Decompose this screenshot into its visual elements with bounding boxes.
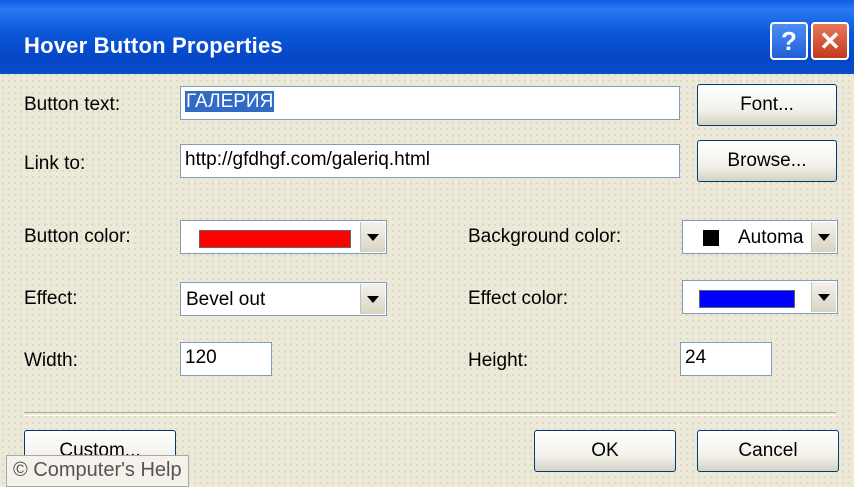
- cancel-button[interactable]: Cancel: [697, 430, 839, 472]
- effect-color-select[interactable]: [682, 280, 838, 314]
- width-input[interactable]: 120: [180, 342, 272, 376]
- button-text-label: Button text:: [24, 94, 121, 115]
- height-label: Height:: [468, 350, 529, 371]
- link-to-input[interactable]: http://gfdhgf.com/galeriq.html: [180, 144, 680, 178]
- dialog-title: Hover Button Properties: [24, 33, 283, 58]
- chevron-down-icon[interactable]: [811, 282, 836, 312]
- button-color-select[interactable]: [180, 220, 387, 254]
- effect-label: Effect:: [24, 288, 78, 309]
- link-to-value: http://gfdhgf.com/galeriq.html: [185, 149, 431, 170]
- button-text-value: ГАЛЕРИЯ: [185, 91, 275, 112]
- divider: [24, 412, 836, 416]
- background-color-swatch: [703, 230, 719, 246]
- button-color-label: Button color:: [24, 226, 131, 247]
- watermark: © Computer's Help: [6, 455, 189, 487]
- chevron-down-icon[interactable]: [360, 222, 385, 252]
- button-color-swatch: [199, 230, 351, 248]
- chevron-down-icon[interactable]: [360, 284, 385, 314]
- height-input[interactable]: 24: [680, 342, 772, 376]
- button-text-input[interactable]: ГАЛЕРИЯ: [180, 86, 680, 120]
- hover-button-properties-dialog: Hover Button Properties ? ✕ Button text:…: [0, 0, 854, 487]
- help-icon: ?: [781, 25, 797, 56]
- font-button[interactable]: Font...: [697, 84, 837, 126]
- effect-color-label: Effect color:: [468, 288, 568, 309]
- effect-select[interactable]: Bevel out: [180, 282, 387, 316]
- width-label: Width:: [24, 350, 78, 371]
- close-button[interactable]: ✕: [811, 22, 849, 60]
- chevron-down-icon[interactable]: [811, 222, 836, 252]
- title-bar: Hover Button Properties ? ✕: [0, 0, 854, 74]
- ok-button[interactable]: OK: [534, 430, 676, 472]
- background-color-value: Automa: [738, 227, 804, 248]
- background-color-label: Background color:: [468, 226, 622, 247]
- background-color-select[interactable]: Automa: [682, 220, 838, 254]
- help-button[interactable]: ?: [770, 22, 808, 60]
- width-value: 120: [185, 347, 217, 368]
- effect-value: Bevel out: [186, 289, 266, 310]
- effect-color-swatch: [699, 290, 795, 308]
- browse-button[interactable]: Browse...: [697, 140, 837, 182]
- height-value: 24: [685, 347, 707, 368]
- link-to-label: Link to:: [24, 153, 86, 174]
- close-icon: ✕: [819, 25, 841, 56]
